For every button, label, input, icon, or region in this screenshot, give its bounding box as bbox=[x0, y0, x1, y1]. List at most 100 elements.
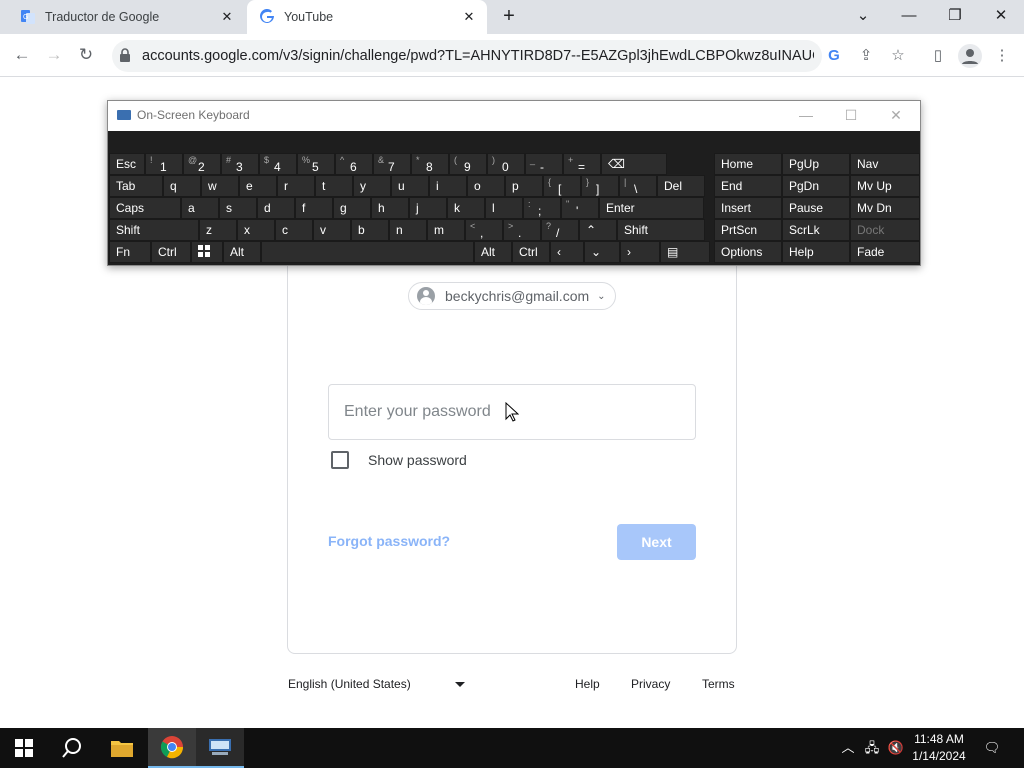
osk-key[interactable]: o bbox=[467, 175, 505, 197]
osk-key[interactable]: t bbox=[315, 175, 353, 197]
tab-google-translate[interactable]: G Traductor de Google ✕ bbox=[8, 0, 245, 34]
osk-key[interactable]: Caps bbox=[109, 197, 181, 219]
osk-key[interactable]: c bbox=[275, 219, 313, 241]
osk-key[interactable]: p bbox=[505, 175, 543, 197]
side-panel-icon[interactable]: ▯ bbox=[926, 44, 950, 68]
osk-key[interactable]: k bbox=[447, 197, 485, 219]
osk-key[interactable]: y bbox=[353, 175, 391, 197]
share-icon[interactable]: ⇪ bbox=[854, 44, 878, 68]
osk-key[interactable]: n bbox=[389, 219, 427, 241]
tab-youtube[interactable]: YouTube ✕ bbox=[247, 0, 487, 34]
osk-key[interactable]: % 5 bbox=[297, 153, 335, 175]
close-tab-icon[interactable]: ✕ bbox=[219, 9, 235, 25]
osk-key[interactable]: & 7 bbox=[373, 153, 411, 175]
minimize-button[interactable]: — bbox=[892, 4, 926, 28]
chevron-up-icon[interactable]: ︿ bbox=[838, 738, 858, 758]
osk-key[interactable]: ) 0 bbox=[487, 153, 525, 175]
down-arrow-key[interactable]: ⌄ bbox=[584, 241, 620, 263]
footer-help-link[interactable]: Help bbox=[575, 677, 600, 691]
osk-key[interactable]: @2 bbox=[183, 153, 221, 175]
osk-key[interactable]: #3 bbox=[221, 153, 259, 175]
osk-close-button[interactable]: ✕ bbox=[884, 105, 908, 125]
show-password-checkbox[interactable] bbox=[331, 451, 349, 469]
volume-muted-icon[interactable]: 🔇 bbox=[886, 738, 906, 758]
osk-nav-key[interactable]: Dock bbox=[850, 219, 920, 241]
osk-key[interactable]: b bbox=[351, 219, 389, 241]
osk-key[interactable]: a bbox=[181, 197, 219, 219]
osk-nav-key[interactable]: Pause bbox=[782, 197, 850, 219]
osk-key[interactable]: d bbox=[257, 197, 295, 219]
osk-key[interactable]: Tab bbox=[109, 175, 163, 197]
osk-maximize-button[interactable]: ☐ bbox=[839, 105, 863, 125]
osk-nav-key[interactable]: Help bbox=[782, 241, 850, 263]
next-button[interactable]: Next bbox=[617, 524, 696, 560]
back-arrow-icon[interactable]: ← bbox=[10, 43, 34, 67]
account-chip[interactable]: beckychris@gmail.com ⌄ bbox=[408, 282, 616, 310]
show-password-label[interactable]: Show password bbox=[368, 452, 467, 468]
osk-nav-key[interactable]: Home bbox=[714, 153, 782, 175]
osk-key[interactable]: i bbox=[429, 175, 467, 197]
file-explorer-icon[interactable] bbox=[98, 728, 146, 768]
osk-key[interactable]: Fn bbox=[109, 241, 151, 263]
forward-arrow-icon[interactable]: → bbox=[42, 43, 66, 67]
close-window-button[interactable]: ✕ bbox=[984, 4, 1018, 28]
osk-key[interactable]: (9 bbox=[449, 153, 487, 175]
osk-key[interactable]: Shift bbox=[617, 219, 705, 241]
osk-nav-key[interactable]: Options bbox=[714, 241, 782, 263]
restore-button[interactable]: ❐ bbox=[938, 4, 972, 28]
windows-start-icon[interactable] bbox=[0, 728, 48, 768]
osk-key[interactable]: ? / bbox=[541, 219, 579, 241]
osk-key[interactable]: r bbox=[277, 175, 315, 197]
osk-key[interactable]: j bbox=[409, 197, 447, 219]
osk-minimize-button[interactable]: — bbox=[794, 105, 818, 125]
osk-key[interactable]: Ctrl bbox=[512, 241, 550, 263]
reload-icon[interactable]: ↻ bbox=[74, 43, 98, 67]
osk-nav-key[interactable]: PgUp bbox=[782, 153, 850, 175]
osk-nav-key[interactable]: Mv Dn bbox=[850, 197, 920, 219]
osk-key[interactable]: + = bbox=[563, 153, 601, 175]
osk-key[interactable]: Del bbox=[657, 175, 705, 197]
dropdown-caret-icon[interactable] bbox=[455, 682, 465, 687]
osk-key[interactable]: ! 1 bbox=[145, 153, 183, 175]
osk-key[interactable]: q bbox=[163, 175, 201, 197]
on-screen-keyboard-app-icon[interactable] bbox=[196, 728, 244, 768]
notifications-icon[interactable]: 🗨 bbox=[982, 738, 1002, 758]
osk-key[interactable]: _ - bbox=[525, 153, 563, 175]
osk-nav-key[interactable]: Fade bbox=[850, 241, 920, 263]
osk-nav-key[interactable]: Mv Up bbox=[850, 175, 920, 197]
osk-key[interactable]: " ' bbox=[561, 197, 599, 219]
chrome-icon[interactable] bbox=[148, 728, 196, 768]
context-menu-key[interactable]: ▤ bbox=[660, 241, 710, 263]
right-arrow-key[interactable]: › bbox=[620, 241, 660, 263]
lock-icon[interactable] bbox=[119, 48, 131, 62]
windows-key-icon[interactable] bbox=[191, 241, 223, 263]
taskbar-clock[interactable]: 11:48 AM 1/14/2024 bbox=[906, 731, 972, 765]
osk-key[interactable]: Ctrl bbox=[151, 241, 191, 263]
osk-key[interactable]: $4 bbox=[259, 153, 297, 175]
osk-key[interactable]: {[ bbox=[543, 175, 581, 197]
menu-kebab-icon[interactable]: ⋮ bbox=[990, 44, 1014, 68]
left-arrow-key[interactable]: ‹ bbox=[550, 241, 584, 263]
osk-key[interactable]: Alt bbox=[223, 241, 261, 263]
osk-nav-key[interactable]: PgDn bbox=[782, 175, 850, 197]
tab-search-icon[interactable]: ⌄ bbox=[846, 4, 880, 28]
osk-nav-key[interactable]: ScrLk bbox=[782, 219, 850, 241]
osk-key[interactable]: x bbox=[237, 219, 275, 241]
osk-nav-key[interactable]: Nav bbox=[850, 153, 920, 175]
osk-key[interactable]: * 8 bbox=[411, 153, 449, 175]
osk-key[interactable]: z bbox=[199, 219, 237, 241]
osk-key[interactable]: h bbox=[371, 197, 409, 219]
backspace-icon[interactable]: ⌫ bbox=[601, 153, 667, 175]
footer-terms-link[interactable]: Terms bbox=[702, 677, 735, 691]
osk-key[interactable]: f bbox=[295, 197, 333, 219]
osk-key[interactable]: e bbox=[239, 175, 277, 197]
osk-key[interactable]: | \ bbox=[619, 175, 657, 197]
osk-key[interactable]: s bbox=[219, 197, 257, 219]
osk-key[interactable]: g bbox=[333, 197, 371, 219]
osk-key[interactable]: Alt bbox=[474, 241, 512, 263]
new-tab-button[interactable]: + bbox=[497, 6, 521, 28]
osk-key[interactable]: }] bbox=[581, 175, 619, 197]
osk-key[interactable]: Enter bbox=[599, 197, 704, 219]
osk-key[interactable]: m bbox=[427, 219, 465, 241]
osk-key[interactable]: Esc bbox=[109, 153, 145, 175]
